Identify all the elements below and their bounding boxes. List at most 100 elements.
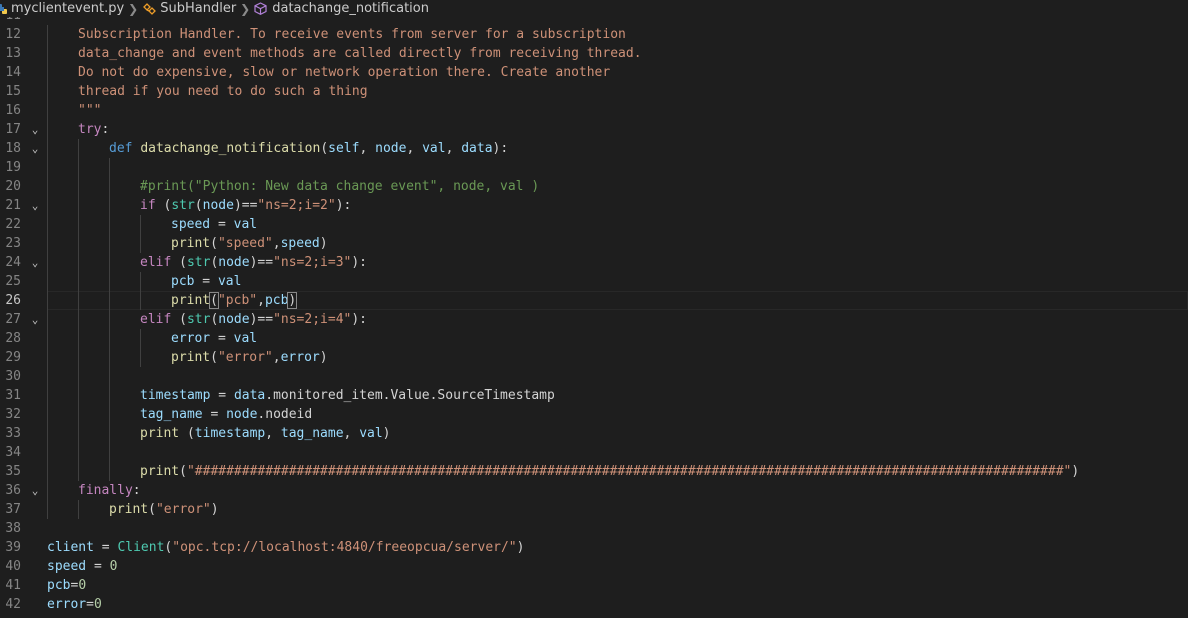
line-number: 35: [5, 464, 21, 479]
fold-chevron-icon[interactable]: ⌄: [28, 139, 42, 158]
code-line[interactable]: 28 error = val: [0, 329, 1188, 348]
code-token: data_change and event methods are called…: [78, 46, 642, 61]
code-token: (: [186, 426, 195, 441]
line-number: 26: [5, 293, 21, 308]
code-token: (: [179, 464, 187, 479]
line-number: 24: [5, 255, 21, 270]
class-icon: [143, 2, 157, 15]
code-line[interactable]: 17 ⌄ try:: [0, 120, 1188, 139]
breadcrumb-file[interactable]: myclientevent.py: [0, 1, 124, 16]
code-token: ,: [359, 141, 376, 156]
code-area: """: [47, 101, 1188, 120]
indent-guide: [109, 196, 110, 215]
code-line[interactable]: 36 ⌄ finally:: [0, 481, 1188, 500]
code-line[interactable]: 23 print("speed",speed): [0, 234, 1188, 253]
code-line[interactable]: 24 ⌄ elif (str(node)=="ns=2;i=3"):: [0, 253, 1188, 272]
code-area: print("speed",speed): [47, 234, 1188, 253]
code-line[interactable]: 33 print (timestamp, tag_name, val): [0, 424, 1188, 443]
code-token: 0: [93, 597, 102, 612]
code-line[interactable]: 31 timestamp = data.monitored_item.Value.…: [0, 386, 1188, 405]
code-area: [47, 443, 1188, 462]
code-text: thread if you need to do such a thing: [78, 82, 368, 101]
code-token: :: [132, 483, 141, 498]
code-area: if (str(node)=="ns=2;i=2"):: [47, 196, 1188, 215]
line-number: 23: [5, 236, 21, 251]
code-line[interactable]: 30: [0, 367, 1188, 386]
code-token: =: [194, 274, 218, 289]
indent-guide: [78, 329, 79, 348]
code-token: ,: [257, 293, 265, 308]
code-token: ): [319, 236, 328, 251]
code-text: """: [78, 101, 101, 120]
code-line[interactable]: 16 """: [0, 101, 1188, 120]
fold-chevron-icon[interactable]: ⌄: [28, 196, 42, 215]
code-token: (: [210, 236, 218, 251]
code-line[interactable]: 41 pcb=0: [0, 576, 1188, 595]
line-number: 27: [5, 312, 21, 327]
code-line[interactable]: 20 #print("Python: New data change event"…: [0, 177, 1188, 196]
code-line[interactable]: 40 speed = 0: [0, 557, 1188, 576]
code-line[interactable]: 42 error=0: [0, 595, 1188, 614]
fold-chevron-icon[interactable]: ⌄: [28, 481, 42, 500]
code-line[interactable]: 13 data_change and event methods are call…: [0, 44, 1188, 63]
code-token: Client: [117, 540, 165, 555]
code-token: def: [109, 141, 141, 156]
code-line[interactable]: 15 thread if you need to do such a thing: [0, 82, 1188, 101]
code-line[interactable]: 21 ⌄ if (str(node)=="ns=2;i=2"):: [0, 196, 1188, 215]
breadcrumb-method-label: datachange_notification: [272, 1, 429, 16]
indent-guide: [47, 443, 48, 462]
code-line[interactable]: 18 ⌄ def datachange_notification(self, nod…: [0, 139, 1188, 158]
code-line[interactable]: 29 print("error",error): [0, 348, 1188, 367]
line-number: 39: [5, 540, 21, 555]
code-line[interactable]: 14 Do not do expensive, slow or network o…: [0, 63, 1188, 82]
indent-guide: [109, 424, 110, 443]
indent-guide: [78, 405, 79, 424]
indent-guide: [47, 348, 48, 367]
line-number: 11: [0, 17, 21, 25]
code-line[interactable]: 37 print("error"): [0, 500, 1188, 519]
code-line[interactable]: 34: [0, 443, 1188, 462]
code-line[interactable]: 32 tag_name = node.nodeid: [0, 405, 1188, 424]
code-line[interactable]: 25 pcb = val: [0, 272, 1188, 291]
breadcrumb-class[interactable]: SubHandler: [142, 1, 236, 16]
fold-chevron-icon[interactable]: ⌄: [28, 120, 42, 139]
line-number: 14: [5, 65, 21, 80]
code-text: print("error",error): [171, 348, 328, 367]
code-area: pcb=0: [47, 576, 1188, 595]
line-number: 25: [5, 274, 21, 289]
fold-chevron-icon[interactable]: ⌄: [28, 253, 42, 272]
code-token: print: [140, 464, 180, 479]
breadcrumb-method[interactable]: datachange_notification: [254, 1, 429, 16]
code-line[interactable]: 26 print("pcb",pcb): [0, 291, 1188, 310]
code-editor[interactable]: 11 12 Subscription Handler. To receive eve…: [0, 17, 1188, 618]
code-line[interactable]: 19: [0, 158, 1188, 177]
code-text: error=0: [47, 595, 102, 614]
code-token: error: [280, 350, 320, 365]
code-area: speed = val: [47, 215, 1188, 234]
line-number: 12: [5, 27, 21, 42]
code-text: Subscription Handler. To receive events …: [78, 25, 626, 44]
code-token: speed: [280, 236, 320, 251]
code-area: [47, 519, 1188, 538]
code-line[interactable]: 35 print("###############################…: [0, 462, 1188, 481]
code-token: node: [375, 141, 407, 156]
indent-guide: [47, 101, 48, 120]
indent-guide: [78, 139, 79, 158]
code-token: =: [210, 331, 234, 346]
code-token: speed: [171, 217, 211, 232]
code-token: client: [47, 540, 94, 555]
code-line[interactable]: 22 speed = val: [0, 215, 1188, 234]
code-line[interactable]: 12 Subscription Handler. To receive event…: [0, 25, 1188, 44]
code-line[interactable]: 27 ⌄ elif (str(node)=="ns=2;i=4"):: [0, 310, 1188, 329]
code-line[interactable]: 11: [0, 17, 1188, 25]
code-token: )==: [233, 198, 258, 213]
code-token: val: [233, 217, 258, 232]
code-line[interactable]: 39 client = Client("opc.tcp://localhost:4…: [0, 538, 1188, 557]
indent-guide: [109, 215, 110, 234]
code-area: #print("Python: New data change event", …: [47, 177, 1188, 196]
fold-chevron-icon[interactable]: ⌄: [28, 310, 42, 329]
code-token: tag_name: [280, 426, 344, 441]
indent-guide: [140, 234, 141, 253]
indent-guide: [47, 139, 48, 158]
code-line[interactable]: 38: [0, 519, 1188, 538]
